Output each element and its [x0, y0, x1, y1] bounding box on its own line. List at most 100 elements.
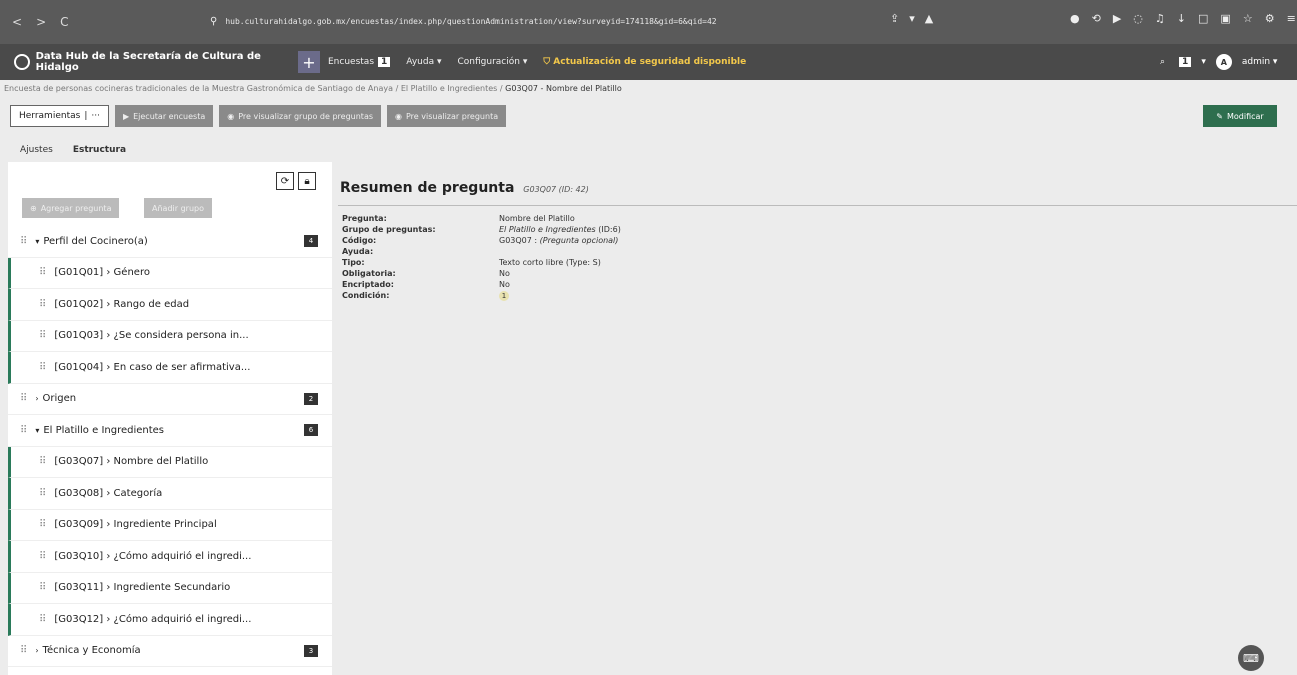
tree-group[interactable]: ⠿ › Origen 2 [8, 383, 332, 415]
breadcrumb-group[interactable]: El Platillo e Ingredientes [401, 84, 498, 93]
user-count-badge[interactable]: 1 [1179, 57, 1192, 67]
nav-config[interactable]: Configuración ▾ [458, 57, 528, 67]
tree-item[interactable]: ⠿ [G03Q12] › ¿Cómo adquirió el ingredi... [8, 604, 332, 636]
search-icon[interactable]: ⌕ [1160, 57, 1165, 67]
tree-label: Origen [42, 393, 77, 405]
run-survey-button[interactable]: ▶ Ejecutar encuesta [114, 105, 214, 127]
add-group-label: Añadir grupo [152, 203, 204, 213]
surveys-count-badge: 1 [378, 57, 391, 67]
tree-group[interactable]: ⠿ ▾ El Platillo e Ingredientes 6 [8, 415, 332, 447]
drag-handle-icon[interactable]: ⠿ [20, 236, 27, 247]
brand[interactable]: Data Hub de la Secretaría de Cultura de … [0, 51, 298, 73]
tab-structure[interactable]: Estructura [62, 137, 137, 165]
chat-icon[interactable]: ⌨ [1238, 645, 1264, 671]
tree-item[interactable]: ⠿ [G01Q04] › En caso de ser afirmativa... [8, 352, 332, 384]
eye-icon: ◉ [395, 111, 402, 121]
drag-handle-icon[interactable]: ⠿ [39, 362, 46, 373]
drag-handle-icon[interactable]: ⠿ [39, 299, 46, 310]
drag-handle-icon[interactable]: ⠿ [39, 267, 46, 278]
add-group-button[interactable]: Añadir grupo [144, 198, 212, 218]
back-icon[interactable]: < [12, 15, 22, 29]
drag-handle-icon[interactable]: ⠿ [39, 614, 46, 625]
tree-group[interactable]: ⠿ ▾ Perfil del Cocinero(a) 4 [8, 226, 332, 258]
chevron-right-icon[interactable]: › [35, 394, 38, 403]
avatar[interactable]: A [1215, 54, 1232, 70]
tree-item[interactable]: ⠿ [G01Q03] › ¿Se considera persona in... [8, 320, 332, 352]
drag-handle-icon[interactable]: ⠿ [39, 551, 46, 562]
nav-help[interactable]: Ayuda ▾ [406, 57, 441, 67]
sync-icon[interactable]: ◌ [1133, 12, 1143, 25]
media-icon[interactable]: ▶ [1113, 12, 1121, 25]
nav-surveys[interactable]: Encuestas 1 [328, 57, 391, 67]
settings-icon[interactable]: ⚙ [1265, 12, 1275, 25]
pencil-icon: ✎ [1216, 111, 1223, 121]
music-icon[interactable]: ♫ [1155, 12, 1165, 25]
tree-label: [G03Q07] › Nombre del Platillo [54, 456, 209, 468]
condition-badge[interactable]: 1 [499, 291, 509, 301]
menu-icon[interactable]: ≡ [1287, 12, 1296, 25]
share-icon[interactable]: ⇪ [890, 12, 899, 25]
chevron-down-icon[interactable]: ▾ [35, 426, 39, 435]
tree-group[interactable]: ⠿›Conocimiento2 [8, 667, 332, 675]
preview-group-button[interactable]: ◉ Pre visualizar grupo de preguntas [219, 105, 382, 127]
security-update-link[interactable]: ⛉ Actualización de seguridad disponible [543, 57, 746, 67]
lock-icon[interactable]: 🔒︎ [298, 172, 316, 190]
drag-handle-icon[interactable]: ⠿ [20, 645, 27, 656]
chevron-down-icon[interactable]: ▾ [1201, 57, 1206, 67]
reload-icon[interactable]: C [60, 15, 68, 29]
drag-handle-icon[interactable]: ⠿ [39, 456, 46, 467]
add-question-button[interactable]: ⊕ Agregar pregunta [22, 198, 120, 218]
tree-item[interactable]: ⠿ [G03Q09] › Ingrediente Principal [8, 509, 332, 541]
drag-handle-icon[interactable]: ⠿ [39, 582, 46, 593]
create-button[interactable]: + [298, 51, 320, 73]
drag-handle-icon[interactable]: ⠿ [20, 425, 27, 436]
user-menu[interactable]: admin ▾ [1242, 57, 1278, 67]
drag-handle-icon[interactable]: ⠿ [39, 519, 46, 530]
summary-value: 1 [499, 291, 509, 302]
modify-button[interactable]: ✎ Modificar [1203, 105, 1277, 127]
window-icon[interactable]: □ [1198, 12, 1208, 25]
security-update-label: Actualización de seguridad disponible [553, 57, 747, 67]
code-value: G03Q07 : [499, 236, 538, 245]
tab-settings[interactable]: Ajustes [10, 137, 63, 165]
tree-item[interactable]: ⠿ [G03Q08] › Categoría [8, 478, 332, 510]
breadcrumb-survey[interactable]: Encuesta de personas cocineras tradicion… [4, 84, 393, 93]
wallet-icon[interactable]: ▣ [1220, 12, 1230, 25]
forward-icon[interactable]: > [36, 15, 46, 29]
summary-row: Tipo: Texto corto libre (Type: S) [342, 258, 942, 269]
preview-question-button[interactable]: ◉ Pre visualizar pregunta [387, 105, 507, 127]
brand-logo-icon [14, 54, 30, 70]
chevron-right-icon[interactable]: › [35, 646, 38, 655]
tree-item[interactable]: ⠿ [G01Q01] › Género [8, 257, 332, 289]
extension-icon[interactable]: ● [1070, 12, 1080, 25]
brave-icon[interactable]: ▲ [925, 12, 933, 25]
tree-item[interactable]: ⠿ [G03Q11] › Ingrediente Secundario [8, 572, 332, 604]
tree-item[interactable]: ⠿ [G03Q10] › ¿Cómo adquirió el ingredi... [8, 541, 332, 573]
structure-actions: ⟳ 🔒︎ ⊕ Agregar pregunta Añadir grupo [8, 162, 332, 226]
code-note: (Pregunta opcional) [539, 236, 619, 245]
bookmark-icon[interactable]: ☆ [1243, 12, 1253, 25]
drag-handle-icon[interactable]: ⠿ [39, 488, 46, 499]
summary-label: Condición: [342, 291, 390, 300]
tree-label: [G01Q01] › Género [54, 267, 150, 279]
browser-toolbar: < > C ⚲ hub.culturahidalgo.gob.mx/encues… [0, 0, 1297, 44]
group-id: (ID:6) [598, 225, 621, 234]
breadcrumb: Encuesta de personas cocineras tradicion… [4, 84, 1294, 98]
summary-row: Obligatoria: No [342, 269, 942, 280]
play-icon: ▶ [122, 111, 130, 121]
drag-handle-icon[interactable]: ⠿ [20, 393, 27, 404]
tree-group[interactable]: ⠿ › Técnica y Economía 3 [8, 635, 332, 667]
shield-icon[interactable]: ▾ [909, 12, 915, 25]
tree-item[interactable]: ⠿ [G01Q02] › Rango de edad [8, 289, 332, 321]
tools-dropdown-button[interactable]: Herramientas | ··· [10, 105, 109, 127]
address-bar[interactable]: ⚲ hub.culturahidalgo.gob.mx/encuestas/in… [210, 10, 970, 32]
download-icon[interactable]: ↓ [1177, 12, 1186, 25]
tree-item[interactable]: ⠿ [G03Q07] › Nombre del Platillo [8, 446, 332, 478]
chevron-down-icon[interactable]: ▾ [35, 237, 39, 246]
url-text[interactable]: hub.culturahidalgo.gob.mx/encuestas/inde… [225, 17, 716, 26]
drag-handle-icon[interactable]: ⠿ [39, 330, 46, 341]
puzzle-icon[interactable]: ⟲ [1092, 12, 1101, 25]
question-count-badge: 6 [304, 424, 318, 437]
refresh-icon[interactable]: ⟳ [276, 172, 294, 190]
group-link[interactable]: El Platillo e Ingredientes [499, 225, 596, 234]
